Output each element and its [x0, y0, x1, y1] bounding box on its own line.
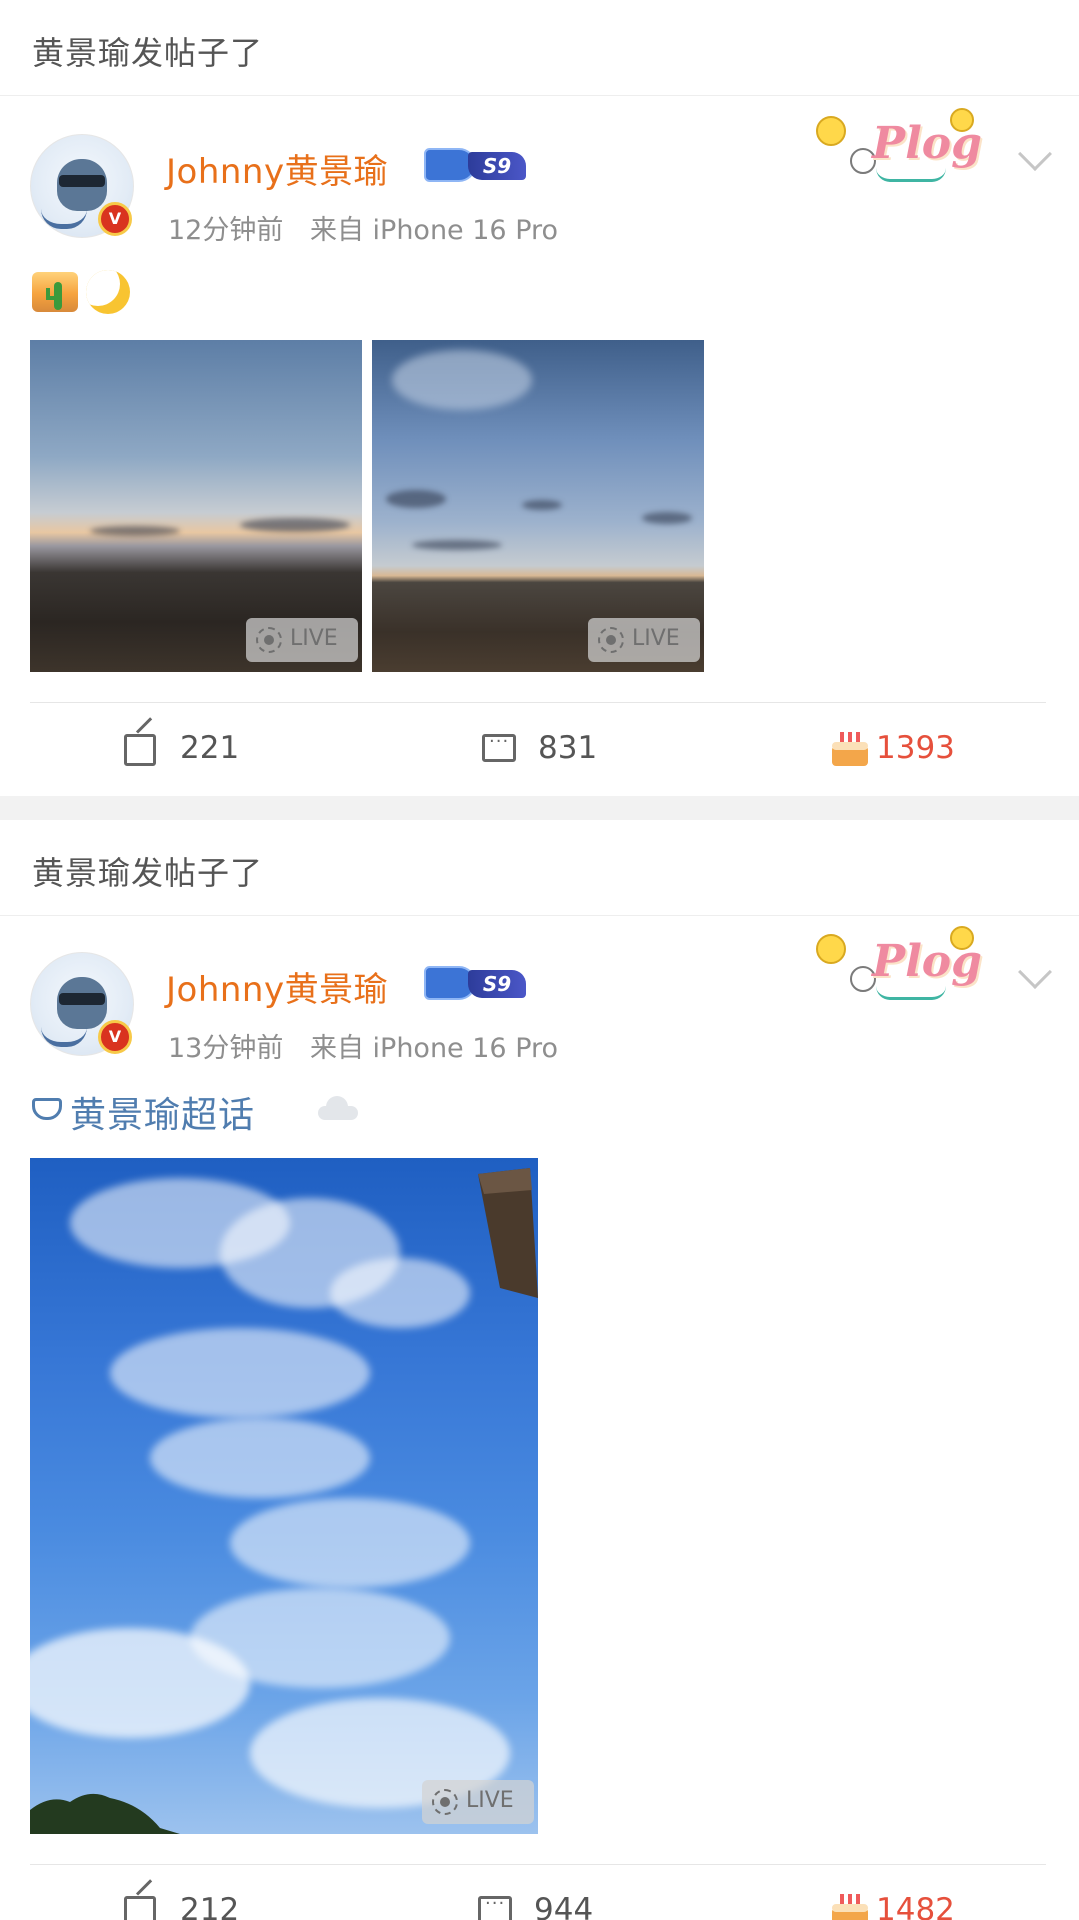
section-header: 黄景瑜发帖子了	[0, 0, 1079, 96]
cloud-top	[326, 1096, 348, 1118]
repost-icon	[124, 1896, 156, 1920]
comment-icon	[478, 1893, 512, 1920]
moon-cutout	[86, 270, 120, 306]
cloud-shape	[230, 1498, 470, 1588]
live-icon	[432, 1789, 458, 1815]
super-topic-icon	[32, 1098, 62, 1120]
cloud-shape	[386, 490, 446, 508]
actions-divider	[30, 702, 1046, 703]
candle	[856, 1894, 860, 1904]
repost-count: 212	[180, 1892, 240, 1920]
live-label: LIVE	[290, 626, 338, 651]
mountain-graphic	[30, 1793, 180, 1834]
live-label: LIVE	[466, 1788, 514, 1813]
cake-like-icon	[832, 1894, 868, 1920]
cake-like-icon	[832, 732, 868, 766]
tower-graphic	[478, 1168, 538, 1298]
cloud-shape	[522, 500, 562, 510]
post-meta: 12分钟前 来自 iPhone 16 Pro	[168, 208, 558, 247]
live-photo-badge[interactable]: LIVE	[246, 618, 358, 662]
cloud-shape	[642, 512, 692, 524]
repost-icon	[124, 734, 156, 766]
swirl-graphic	[876, 986, 946, 1000]
live-photo-badge[interactable]: LIVE	[422, 1780, 534, 1824]
comment-count: 944	[534, 1892, 594, 1920]
sunglasses-graphic	[59, 175, 105, 187]
plog-decoration: Plog	[810, 104, 982, 194]
post-meta: 13分钟前 来自 iPhone 16 Pro	[168, 1026, 558, 1065]
wave-graphic	[41, 1027, 87, 1047]
like-count: 1393	[876, 730, 955, 766]
cactus-arm-shape	[46, 288, 54, 300]
cloud-emoji-icon	[318, 1096, 358, 1120]
like-button[interactable]: 1482	[832, 1888, 1002, 1920]
flower-icon	[816, 934, 846, 964]
live-label: LIVE	[632, 626, 680, 651]
cloud-shape	[330, 1258, 470, 1328]
cloud-shape	[30, 1628, 250, 1738]
post-image[interactable]: LIVE	[30, 340, 362, 672]
author-name[interactable]: Johnny黄景瑜	[166, 962, 388, 1011]
crescent-moon-icon	[86, 270, 130, 314]
repost-count: 221	[180, 730, 240, 766]
post-source: 来自 iPhone 16 Pro	[309, 1033, 559, 1064]
post-time: 12分钟前	[168, 215, 284, 246]
post-time: 13分钟前	[168, 1033, 284, 1064]
post-image[interactable]: LIVE	[30, 1158, 538, 1834]
section-header-title: 黄景瑜发帖子了	[32, 854, 264, 892]
repost-button[interactable]: 221	[124, 726, 284, 774]
verified-icon: V	[98, 202, 132, 236]
live-photo-badge[interactable]: LIVE	[588, 618, 700, 662]
verified-icon: V	[98, 1020, 132, 1054]
like-count: 1482	[876, 1892, 955, 1920]
comment-button[interactable]: 944	[478, 1888, 638, 1920]
candle	[840, 1894, 844, 1904]
comment-count: 831	[538, 730, 598, 766]
sunglasses-graphic	[59, 993, 105, 1005]
cake-frosting	[832, 1904, 868, 1912]
live-icon	[256, 627, 282, 653]
like-button[interactable]: 1393	[832, 726, 1002, 774]
cake-frosting	[832, 742, 868, 750]
wave-graphic	[41, 209, 87, 229]
smiley-icon	[950, 926, 974, 950]
level-badge-label: S9	[468, 970, 526, 998]
repost-button[interactable]: 212	[124, 1888, 284, 1920]
candle	[856, 732, 860, 742]
cloud-shape	[240, 518, 350, 532]
cloud-shape	[392, 350, 532, 410]
level-badge-label: S9	[468, 152, 526, 180]
level-badge[interactable]: S9	[424, 146, 528, 184]
level-badge[interactable]: S9	[424, 964, 528, 1002]
candle	[840, 732, 844, 742]
section-header: 黄景瑜发帖子了	[0, 820, 1079, 916]
comment-icon	[482, 731, 516, 762]
cloud-shape	[110, 1328, 370, 1418]
actions-divider	[30, 1864, 1046, 1865]
cactus-shape	[54, 282, 62, 310]
smiley-icon	[950, 108, 974, 132]
post-source: 来自 iPhone 16 Pro	[309, 215, 559, 246]
cloud-shape	[90, 526, 180, 536]
super-topic-link[interactable]: 黄景瑜超话	[70, 1086, 255, 1138]
cloud-shape	[150, 1418, 370, 1498]
section-header-title: 黄景瑜发帖子了	[32, 34, 264, 72]
flower-icon	[816, 116, 846, 146]
chevron-down-icon[interactable]	[1018, 137, 1052, 171]
post-image[interactable]: LIVE	[372, 340, 704, 672]
candle	[848, 1894, 852, 1904]
chevron-down-icon[interactable]	[1018, 955, 1052, 989]
desert-emoji-icon	[32, 272, 78, 312]
cloud-shape	[412, 540, 502, 550]
candle	[848, 732, 852, 742]
live-icon	[598, 627, 624, 653]
swirl-graphic	[876, 168, 946, 182]
plog-decoration: Plog	[810, 922, 982, 1012]
author-name[interactable]: Johnny黄景瑜	[166, 144, 388, 193]
comment-button[interactable]: 831	[482, 726, 642, 774]
